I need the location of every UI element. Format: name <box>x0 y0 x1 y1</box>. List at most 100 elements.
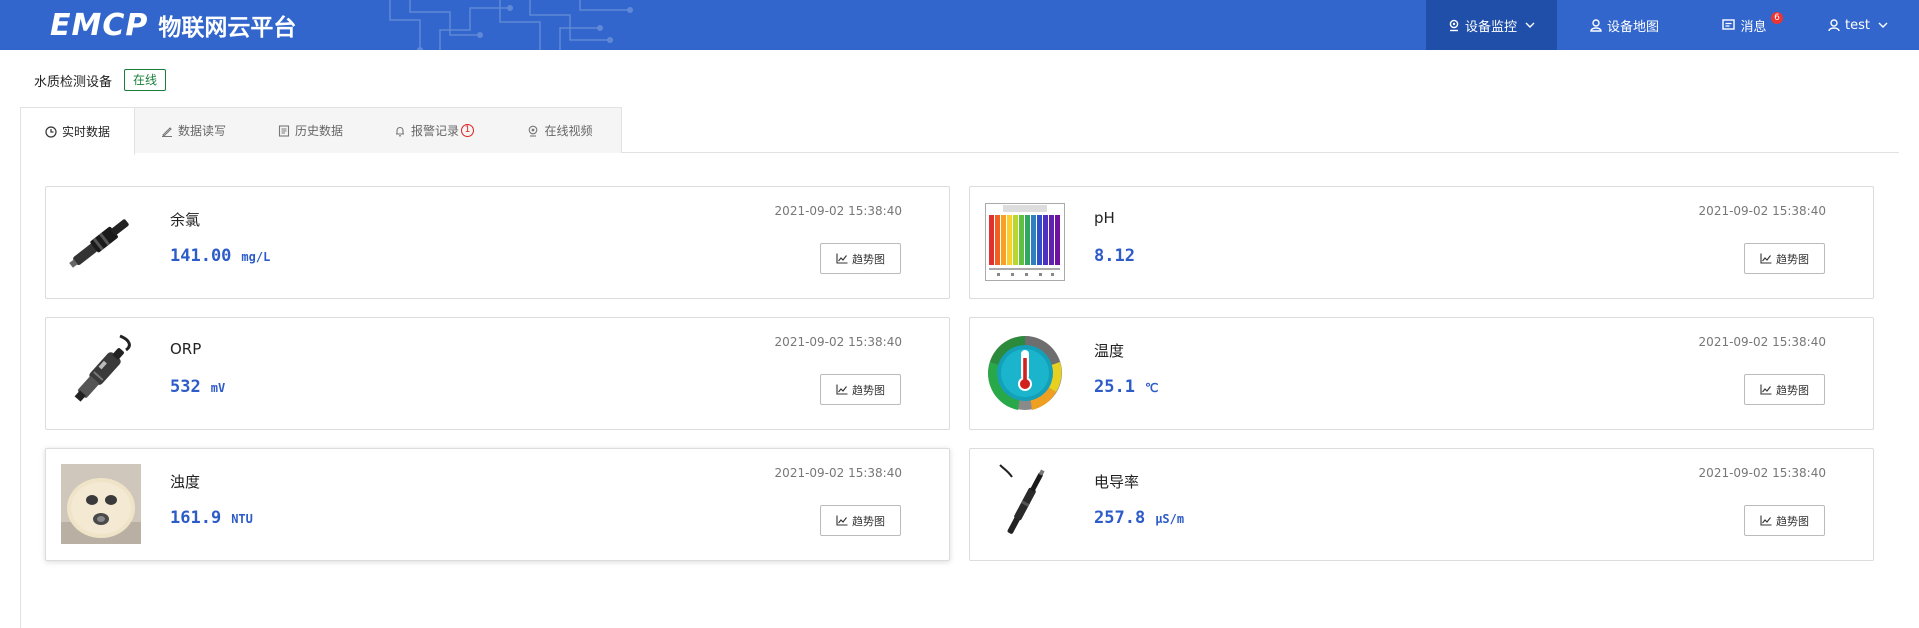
sensor-card-temperature: 温度 25.1 ℃ 2021-09-02 15:38:40 趋势图 <box>969 317 1874 430</box>
trend-chart-button[interactable]: 趋势图 <box>1744 505 1825 536</box>
sensor-timestamp: 2021-09-02 15:38:40 <box>774 204 902 218</box>
sensor-timestamp: 2021-09-02 15:38:40 <box>1698 204 1826 218</box>
sensor-unit: ℃ <box>1144 381 1159 395</box>
tab-bar: 实时数据 数据读写 历史数据 报警记录 1 在线视频 <box>20 107 622 155</box>
sensor-name: 浊度 <box>170 473 201 491</box>
sensor-name: 电导率 <box>1094 473 1140 491</box>
pen-icon <box>161 126 172 137</box>
trend-chart-button[interactable]: 趋势图 <box>1744 374 1825 405</box>
status-badge: 在线 <box>124 69 167 91</box>
top-header: EMCP 物联网云平台 设备监控 设备地图 消息 6 test <box>0 0 1919 50</box>
map-user-icon <box>1590 18 1602 32</box>
sensor-timestamp: 2021-09-02 15:38:40 <box>774 466 902 480</box>
device-name: 水质检测设备 <box>34 74 113 90</box>
line-chart-icon <box>836 515 848 526</box>
sensor-value: 25.1 <box>1094 377 1135 397</box>
sensor-card-conductivity: 电导率 257.8 μS/m 2021-09-02 15:38:40 趋势图 <box>969 448 1874 561</box>
chevron-down-icon <box>1878 22 1888 28</box>
sensor-value: 8.12 <box>1094 246 1135 266</box>
tab-online-video[interactable]: 在线视频 <box>499 108 621 153</box>
trend-chart-label: 趋势图 <box>1776 383 1809 397</box>
turbidity-probe-image <box>60 463 142 545</box>
user-icon <box>1828 18 1840 31</box>
orp-probe-image <box>60 332 142 414</box>
line-chart-icon <box>836 253 848 264</box>
line-chart-icon <box>836 384 848 395</box>
sensor-unit: NTU <box>231 512 253 526</box>
trend-chart-label: 趋势图 <box>852 514 885 528</box>
chevron-down-icon <box>1525 22 1535 28</box>
tab-alarm-records[interactable]: 报警记录 1 <box>369 108 499 153</box>
sensor-unit: mg/L <box>241 250 271 264</box>
trend-chart-button[interactable]: 趋势图 <box>1744 243 1825 274</box>
line-chart-icon <box>1760 384 1772 395</box>
line-chart-icon <box>1760 515 1772 526</box>
nav-label: 设备地图 <box>1606 19 1659 35</box>
trend-chart-label: 趋势图 <box>1776 252 1809 266</box>
trend-chart-label: 趋势图 <box>852 252 885 266</box>
tab-realtime-data[interactable]: 实时数据 <box>21 108 135 155</box>
message-icon <box>1722 19 1736 30</box>
logo[interactable]: EMCP 物联网云平台 <box>50 7 297 43</box>
sensor-value: 257.8 <box>1094 508 1146 528</box>
nav-label: test <box>1845 17 1870 33</box>
device-header: 水质检测设备 在线 <box>34 68 167 92</box>
sensor-reading: 141.00 mg/L <box>170 246 270 266</box>
document-icon <box>278 124 290 137</box>
tab-label: 历史数据 <box>294 124 343 138</box>
ph-color-chart-image <box>984 201 1066 283</box>
top-nav: 设备监控 设备地图 消息 6 test <box>1426 0 1919 50</box>
sensor-value: 532 <box>170 377 201 397</box>
nav-user-menu[interactable]: test <box>1797 0 1919 50</box>
sensor-card-orp: ORP 532 mV 2021-09-02 15:38:40 趋势图 <box>45 317 950 430</box>
sensor-name: ORP <box>170 340 202 358</box>
tab-label: 在线视频 <box>544 124 593 138</box>
sensor-card-ph: pH 8.12 2021-09-02 15:38:40 趋势图 <box>969 186 1874 299</box>
sensor-reading: 25.1 ℃ <box>1094 377 1158 397</box>
camera-icon <box>529 125 538 137</box>
logo-text: EMCP <box>50 7 149 43</box>
sensor-value: 141.00 <box>170 246 232 266</box>
trend-chart-button[interactable]: 趋势图 <box>820 243 901 274</box>
nav-device-map[interactable]: 设备地图 <box>1557 0 1692 50</box>
trend-chart-button[interactable]: 趋势图 <box>820 374 901 405</box>
sensor-reading: 8.12 <box>1094 246 1145 266</box>
trend-chart-button[interactable]: 趋势图 <box>820 505 901 536</box>
tab-data-read-write[interactable]: 数据读写 <box>135 108 252 153</box>
sensor-unit: μS/m <box>1155 512 1185 526</box>
nav-messages[interactable]: 消息 6 <box>1692 0 1797 50</box>
tab-label: 实时数据 <box>61 125 110 139</box>
trend-chart-label: 趋势图 <box>852 383 885 397</box>
sensor-unit: mV <box>210 381 226 395</box>
sensor-card-turbidity: 浊度 161.9 NTU 2021-09-02 15:38:40 趋势图 <box>45 448 950 561</box>
bell-icon <box>395 126 404 136</box>
trend-chart-label: 趋势图 <box>1776 514 1809 528</box>
platform-name: 物联网云平台 <box>158 15 297 41</box>
line-chart-icon <box>1760 253 1772 264</box>
sensor-reading: 257.8 μS/m <box>1094 508 1184 528</box>
sensor-timestamp: 2021-09-02 15:38:40 <box>1698 466 1826 480</box>
chlorine-probe-image <box>60 201 142 283</box>
sensor-reading: 532 mV <box>170 377 225 397</box>
circuit-decoration-icon <box>389 0 633 50</box>
tab-label: 报警记录 <box>410 124 459 138</box>
tabs-container: 余氯 141.00 mg/L 2021-09-02 15:38:40 趋势图 p… <box>20 107 1899 628</box>
tab-history-data[interactable]: 历史数据 <box>252 108 369 153</box>
nav-label: 消息 <box>1740 19 1767 35</box>
sensor-name: 温度 <box>1094 342 1125 360</box>
sensor-value: 161.9 <box>170 508 222 528</box>
tab-panel-realtime: 余氯 141.00 mg/L 2021-09-02 15:38:40 趋势图 p… <box>20 152 1899 628</box>
thermometer-image <box>984 332 1066 414</box>
sensor-reading: 161.9 NTU <box>170 508 253 528</box>
sensor-card-chlorine: 余氯 141.00 mg/L 2021-09-02 15:38:40 趋势图 <box>45 186 950 299</box>
sensor-timestamp: 2021-09-02 15:38:40 <box>1698 335 1826 349</box>
location-pin-icon <box>1449 19 1459 31</box>
alarm-count-badge: 1 <box>461 124 474 137</box>
sensor-name: pH <box>1094 209 1115 227</box>
nav-device-monitor[interactable]: 设备监控 <box>1426 0 1557 50</box>
conductivity-probe-image <box>984 463 1066 545</box>
tab-label: 数据读写 <box>177 124 226 138</box>
sensor-timestamp: 2021-09-02 15:38:40 <box>774 335 902 349</box>
nav-label: 设备监控 <box>1464 19 1517 35</box>
clock-icon <box>45 125 57 138</box>
